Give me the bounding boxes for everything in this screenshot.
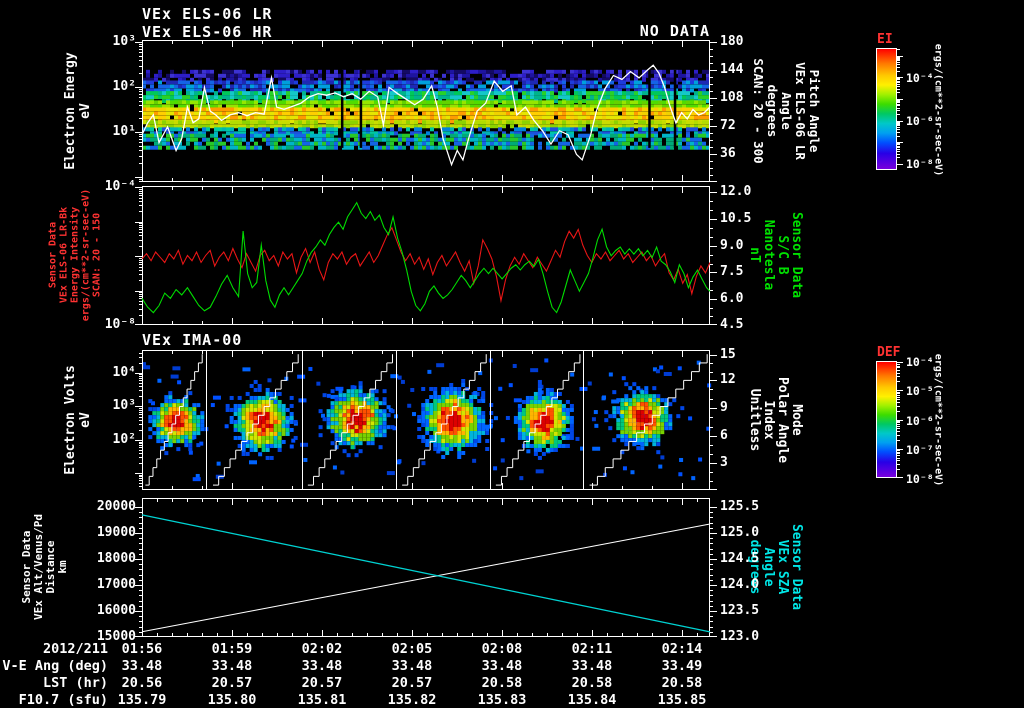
time-tick-label: 01:59 [211,641,253,657]
ephemeris-value: 33.48 [211,658,253,674]
ephemeris-value: 135.80 [207,692,257,708]
ephemeris-value: 20.57 [301,675,343,691]
time-tick-label: 02:14 [661,641,703,657]
ephemeris-value: 20.57 [211,675,253,691]
ephemeris-value: 20.58 [661,675,703,691]
ephemeris-value: 135.84 [567,692,617,708]
ephemeris-value: 135.79 [117,692,167,708]
ephemeris-value: 20.58 [481,675,523,691]
time-tick-label: 02:05 [391,641,433,657]
ephemeris-value: 135.85 [657,692,707,708]
time-tick-label: 02:02 [301,641,343,657]
ephemeris-value: 135.83 [477,692,527,708]
time-tick-label: 02:08 [481,641,523,657]
time-tick-label: 02:11 [571,641,613,657]
ephemeris-value: 33.49 [661,658,703,674]
ephemeris-value: 33.48 [121,658,163,674]
ephemeris-value: 33.48 [481,658,523,674]
ephemeris-value: 33.48 [571,658,613,674]
ephemeris-value: 135.82 [387,692,437,708]
ephemeris-row-label: 2012/211 [42,641,108,657]
ephemeris-row-label: F10.7 (sfu) [18,692,108,708]
ephemeris-value: 135.81 [297,692,347,708]
ephemeris-value: 20.58 [571,675,613,691]
ephemeris-row-label: LST (hr) [42,675,108,691]
vex-quicklook-figure: VEx ELS-06 LR VEx ELS-06 HR NO DATA VEx … [0,0,1024,708]
ephemeris-value: 20.57 [391,675,433,691]
ephemeris-value: 33.48 [391,658,433,674]
time-tick-label: 01:56 [121,641,163,657]
ephemeris-row-label: V-E Ang (deg) [2,658,108,674]
ephemeris-table: 2012/211 01:56 01:59 02:02 02:05 02:08 02:11 02… [0,0,1024,708]
ephemeris-value: 20.56 [121,675,163,691]
ephemeris-value: 33.48 [301,658,343,674]
